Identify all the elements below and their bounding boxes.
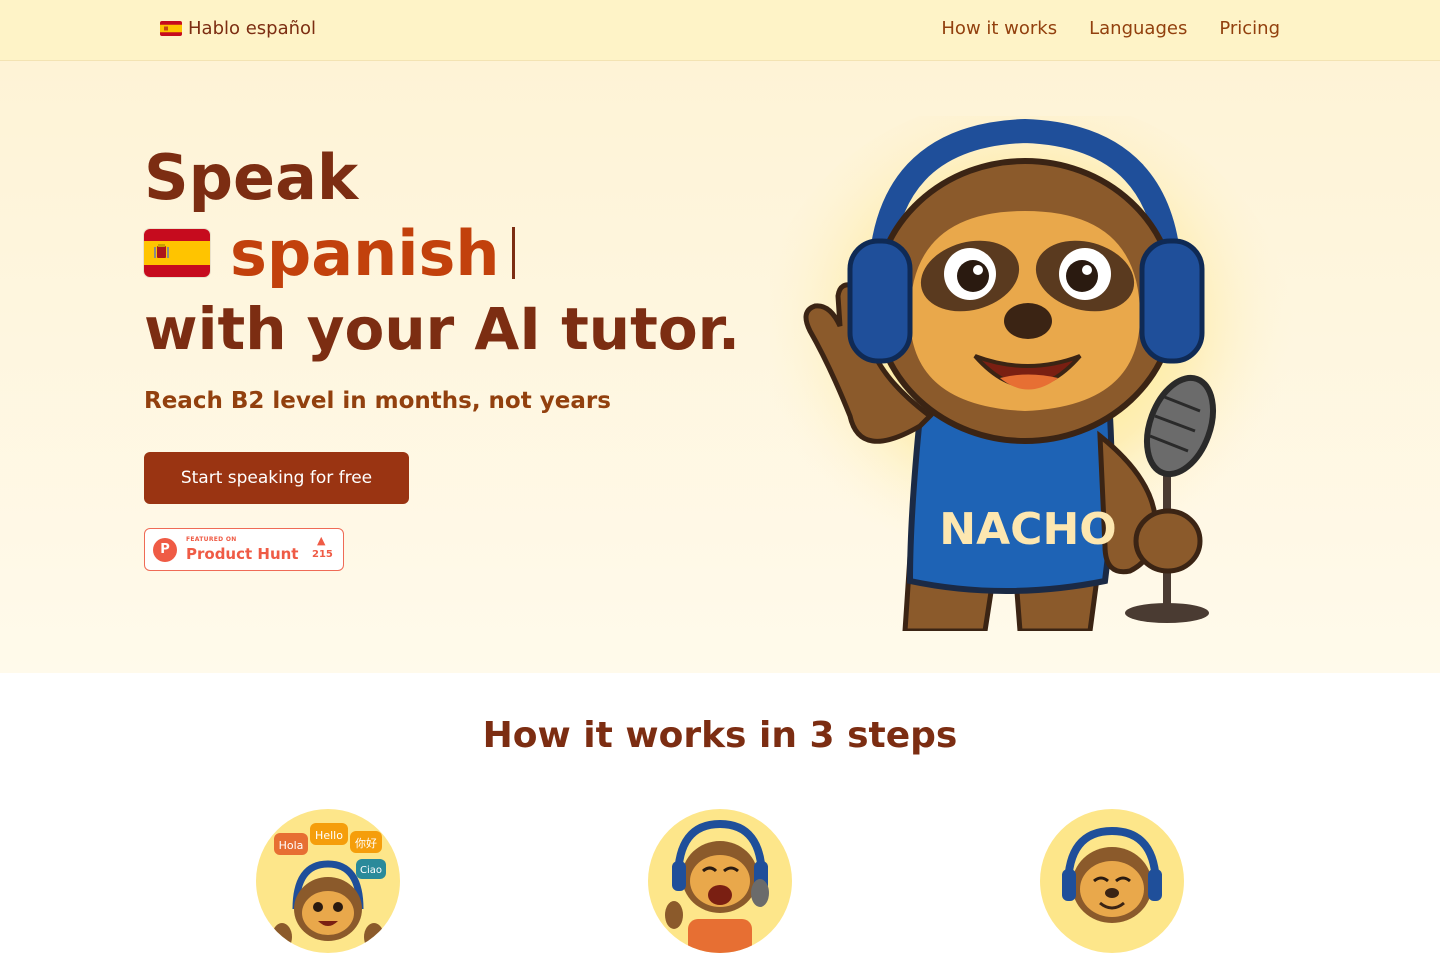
brand-name: Hablo español xyxy=(188,18,317,39)
nav-pricing[interactable]: Pricing xyxy=(1219,18,1280,39)
bubble-hola: Hola xyxy=(279,839,304,852)
step-1-illustration: Hola Hello 你好 Ciao xyxy=(256,809,400,953)
upvote-arrow-icon: ▲ xyxy=(317,534,326,547)
spain-flag-icon xyxy=(144,229,210,277)
headline-language-row: spanish xyxy=(144,215,764,291)
nav-how-it-works[interactable]: How it works xyxy=(941,18,1057,39)
product-hunt-name: Product Hunt xyxy=(186,545,299,563)
how-it-works-heading: How it works in 3 steps xyxy=(482,715,958,756)
start-speaking-button[interactable]: Start speaking for free xyxy=(144,452,409,504)
headline-language-word: spanish xyxy=(230,216,500,290)
mascot-shirt-text: NACHO xyxy=(939,504,1116,555)
step-3-illustration xyxy=(1040,809,1184,953)
top-navigation-bar: Hablo español How it works Languages Pri… xyxy=(0,0,1440,61)
main-nav: How it works Languages Pricing xyxy=(941,18,1280,39)
spain-flag-icon xyxy=(160,21,182,36)
bubble-hello: Hello xyxy=(315,829,343,842)
product-hunt-badge[interactable]: P FEATURED ON Product Hunt ▲ 215 xyxy=(144,528,344,571)
bubble-nihao: 你好 xyxy=(355,836,377,850)
bubble-ciao: Ciao xyxy=(360,865,382,876)
product-hunt-featured-label: FEATURED ON xyxy=(186,536,237,543)
hero-subtitle: Reach B2 level in months, not years xyxy=(144,388,611,414)
nav-languages[interactable]: Languages xyxy=(1089,18,1187,39)
upvote-count: 215 xyxy=(312,549,333,560)
sloth-mascot-illustration: NACHO xyxy=(755,96,1310,634)
headline-line-speak: Speak xyxy=(144,141,359,214)
headline-line-tutor: with your AI tutor. xyxy=(144,295,741,363)
brand-link[interactable]: Hablo español xyxy=(160,18,316,39)
hero-headline: Speak spanish with your AI tutor. xyxy=(144,141,764,367)
typing-cursor xyxy=(511,227,515,279)
step-2-illustration xyxy=(648,809,792,953)
hero-section: Speak spanish with your AI tutor. Reach … xyxy=(0,61,1440,673)
product-hunt-logo-icon: P xyxy=(153,538,177,562)
